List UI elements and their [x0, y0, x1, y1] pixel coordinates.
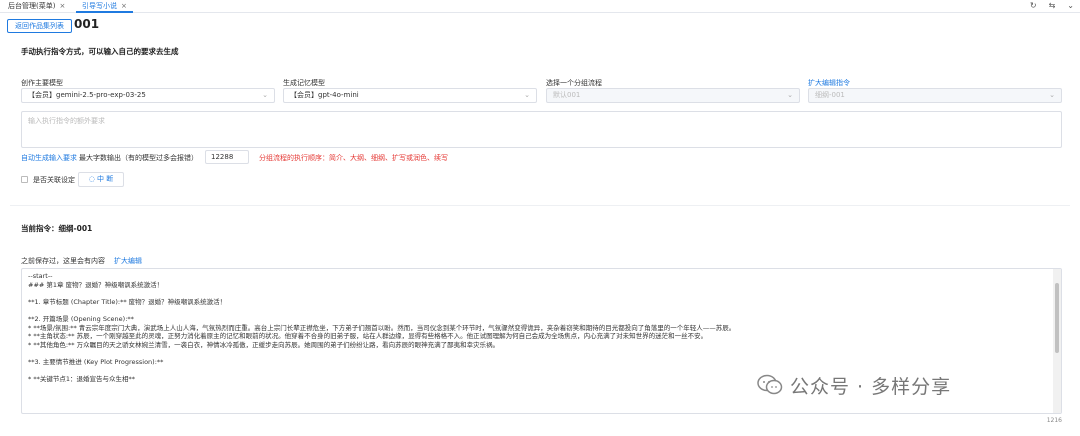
memory-model-label: 生成记忆模型	[283, 79, 325, 87]
content-line	[28, 289, 1055, 298]
content-line: * **主角状态:** 苏辰，一个刚穿越至此的灵魂，正努力消化着原主的记忆和眼前…	[28, 332, 708, 341]
close-icon[interactable]: ×	[59, 2, 65, 10]
tab-label: 后台管理(菜单)	[8, 2, 56, 10]
group-flow-select[interactable]: 默认001 ⌄	[546, 88, 800, 103]
content-line: **3. 主要情节推进 (Key Plot Progression):**	[28, 357, 164, 366]
content-line: --start--	[28, 272, 53, 280]
expand-edit-value: 细纲-001	[815, 91, 845, 99]
saved-label: 之前保存过，这里会有内容	[21, 257, 105, 265]
swap-icon[interactable]: ⇆	[1049, 1, 1056, 10]
page-title: 001	[74, 17, 100, 31]
chevron-down-icon: ⌄	[787, 91, 793, 99]
tab-guide-novel[interactable]: 引导写小说 ×	[76, 0, 133, 13]
watermark-text: 公众号 · 多样分享	[790, 376, 952, 398]
main-model-value: 【会员】gemini-2.5-pro-exp-03-25	[28, 91, 146, 99]
current-instruction: 当前指令：细纲-001	[21, 224, 93, 233]
max-output-input[interactable]: 12288	[205, 150, 249, 164]
char-counter: 1216	[1046, 417, 1062, 424]
back-to-works-button[interactable]: 返回作品集列表	[7, 19, 72, 33]
content-line	[28, 349, 1055, 358]
chevron-down-icon[interactable]: ⌄	[1067, 1, 1074, 10]
max-output-label: 最大字数输出（有的模型过多会报错）	[79, 154, 198, 162]
chevron-down-icon: ⌄	[524, 91, 530, 99]
group-flow-label: 选择一个分组流程	[546, 79, 602, 87]
scrollbar-thumb[interactable]	[1055, 283, 1059, 353]
section-title-manual: 手动执行指令方式，可以输入自己的要求去生成	[21, 47, 179, 56]
content-line: ### 第1章 废物？退婚？神级嘲讽系统激活！	[28, 280, 164, 289]
auto-generate-link[interactable]: 自动生成输入要求	[21, 153, 77, 163]
expand-edit-instruction-link[interactable]: 扩大编辑指令	[808, 78, 850, 88]
spinner-icon: ◌	[88, 175, 98, 183]
stop-button[interactable]: ◌ 中 断	[78, 172, 124, 187]
association-checkbox[interactable]	[21, 176, 28, 183]
main-model-select[interactable]: 【会员】gemini-2.5-pro-exp-03-25 ⌄	[21, 88, 275, 103]
expand-edit-link[interactable]: 扩大编辑	[114, 256, 142, 266]
content-line	[28, 306, 1055, 315]
stop-label: 中 断	[97, 175, 114, 183]
memory-model-value: 【会员】gpt-4o-mini	[290, 91, 359, 99]
refresh-icon[interactable]: ↻	[1030, 1, 1037, 10]
memory-model-select[interactable]: 【会员】gpt-4o-mini ⌄	[283, 88, 537, 103]
toolbar-icons: ↻ ⇆ ⌄	[1018, 0, 1074, 12]
content-line: **2. 开篇场景 (Opening Scene):**	[28, 314, 134, 323]
tab-bar: 后台管理(菜单) × 引导写小说 × ↻ ⇆ ⌄	[0, 0, 1080, 13]
association-label: 是否关联设定	[33, 176, 75, 184]
chevron-down-icon: ⌄	[1049, 91, 1055, 99]
order-note: 分组流程的执行顺序：简介、大纲、细纲、扩写或润色、续写	[259, 154, 448, 162]
group-flow-value: 默认001	[553, 91, 581, 99]
divider	[10, 205, 1070, 206]
expand-edit-select[interactable]: 细纲-001 ⌄	[808, 88, 1062, 103]
content-line: **1. 章节标题 (Chapter Title):** 废物？退婚？神级嘲讽系…	[28, 297, 227, 306]
tab-label: 引导写小说	[82, 2, 117, 10]
content-line: * **场景/氛围:** 青云宗年度宗门大典，演武场上人山人海，气氛热烈而庄重。…	[28, 323, 736, 332]
instruction-textarea[interactable]: 输入执行指令的额外要求	[21, 111, 1062, 148]
main-model-label: 创作主要模型	[21, 79, 63, 87]
content-scrollbar[interactable]	[1053, 269, 1061, 413]
tab-admin-menu[interactable]: 后台管理(菜单) ×	[2, 0, 71, 13]
content-line: * **其他角色:** 万众瞩目的天之骄女林婉兰清雪，一袭白衣，神情冰冷孤傲，正…	[28, 340, 500, 349]
chevron-down-icon: ⌄	[262, 91, 268, 99]
wechat-icon	[757, 374, 783, 395]
close-icon[interactable]: ×	[121, 2, 127, 10]
